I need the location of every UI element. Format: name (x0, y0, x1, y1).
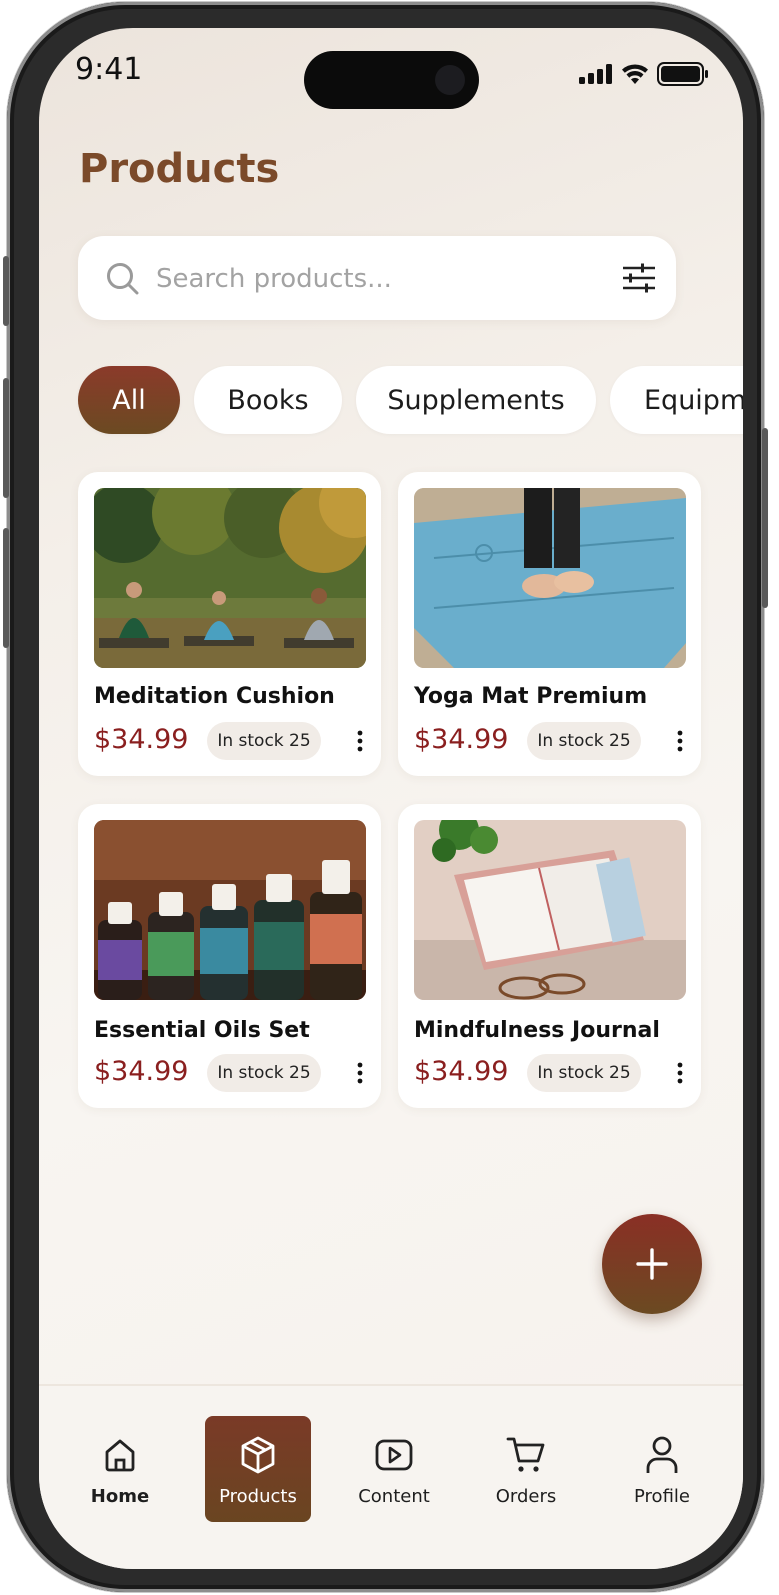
chip-equipment[interactable]: Equipm (610, 366, 743, 434)
home-icon (105, 1439, 135, 1472)
product-card[interactable]: Mindfulness Journal $34.99 In stock 25 (398, 804, 701, 1108)
power-button (762, 428, 768, 608)
cart-icon (506, 1437, 545, 1472)
nav-label: Content (358, 1486, 430, 1507)
action-button (3, 256, 9, 326)
search-bar[interactable] (78, 236, 676, 320)
product-card[interactable]: Essential Oils Set $34.99 In stock 25 (78, 804, 381, 1108)
page-title: Products (79, 146, 280, 192)
product-card[interactable]: Meditation Cushion $34.99 In stock 25 (78, 472, 381, 776)
stock-badge: In stock 25 (527, 1054, 641, 1092)
product-image-essential-oils (94, 820, 366, 1000)
app-screen: 9:41 Products Search products... All Boo… (39, 28, 743, 1569)
wifi-icon (622, 64, 648, 84)
stock-badge: In stock 25 (207, 1054, 321, 1092)
chip-label: Supplements (387, 384, 565, 416)
volume-up-button (3, 378, 9, 498)
dynamic-island (304, 51, 479, 109)
more-options-icon[interactable] (675, 730, 685, 752)
chip-all[interactable]: All (78, 366, 180, 434)
box-icon (241, 1436, 275, 1474)
product-image-journal (414, 820, 686, 1000)
chip-label: All (112, 384, 146, 416)
nav-label: Profile (634, 1486, 690, 1507)
more-options-icon[interactable] (355, 1062, 365, 1084)
stock-badge: In stock 25 (207, 722, 321, 760)
chip-label: Equipm (644, 384, 743, 416)
volume-down-button (3, 528, 9, 648)
nav-label: Products (219, 1486, 297, 1507)
phone-frame: 9:41 Products Search products... All Boo… (3, 2, 768, 1592)
chip-supplements[interactable]: Supplements (356, 366, 596, 434)
nav-profile[interactable]: Profile (609, 1416, 715, 1522)
nav-label: Home (90, 1486, 150, 1507)
play-icon (375, 1439, 413, 1471)
product-image-yoga-mat (414, 488, 686, 668)
more-options-icon[interactable] (355, 730, 365, 752)
product-name: Meditation Cushion (94, 684, 335, 709)
product-price: $34.99 (94, 1056, 189, 1087)
status-time: 9:41 (75, 52, 143, 87)
search-input[interactable] (154, 256, 598, 302)
more-options-icon[interactable] (675, 1062, 685, 1084)
filter-sliders-icon[interactable] (622, 263, 656, 293)
chip-label: Books (227, 384, 309, 416)
bottom-nav: Home Products Content Orders Profile (39, 1384, 743, 1569)
product-card[interactable]: Yoga Mat Premium $34.99 In stock 25 (398, 472, 701, 776)
nav-content[interactable]: Content (341, 1416, 447, 1522)
product-price: $34.99 (94, 724, 189, 755)
product-price: $34.99 (414, 724, 509, 755)
nav-products[interactable]: Products (205, 1416, 311, 1522)
user-icon (646, 1436, 678, 1473)
chip-books[interactable]: Books (194, 366, 342, 434)
product-image-meditation (94, 488, 366, 668)
nav-label: Orders (495, 1486, 557, 1507)
status-icons (579, 62, 709, 86)
nav-orders[interactable]: Orders (473, 1416, 579, 1522)
nav-home[interactable]: Home (67, 1416, 173, 1522)
product-price: $34.99 (414, 1056, 509, 1087)
plus-icon (636, 1248, 668, 1280)
product-name: Essential Oils Set (94, 1018, 310, 1043)
search-icon (107, 263, 139, 295)
battery-icon (657, 62, 708, 86)
category-chips: All Books Supplements Equipm (78, 366, 743, 436)
signal-icon (579, 64, 612, 84)
product-name: Yoga Mat Premium (414, 684, 648, 709)
add-product-button[interactable] (602, 1214, 702, 1314)
stock-badge: In stock 25 (527, 722, 641, 760)
product-name: Mindfulness Journal (414, 1018, 660, 1043)
